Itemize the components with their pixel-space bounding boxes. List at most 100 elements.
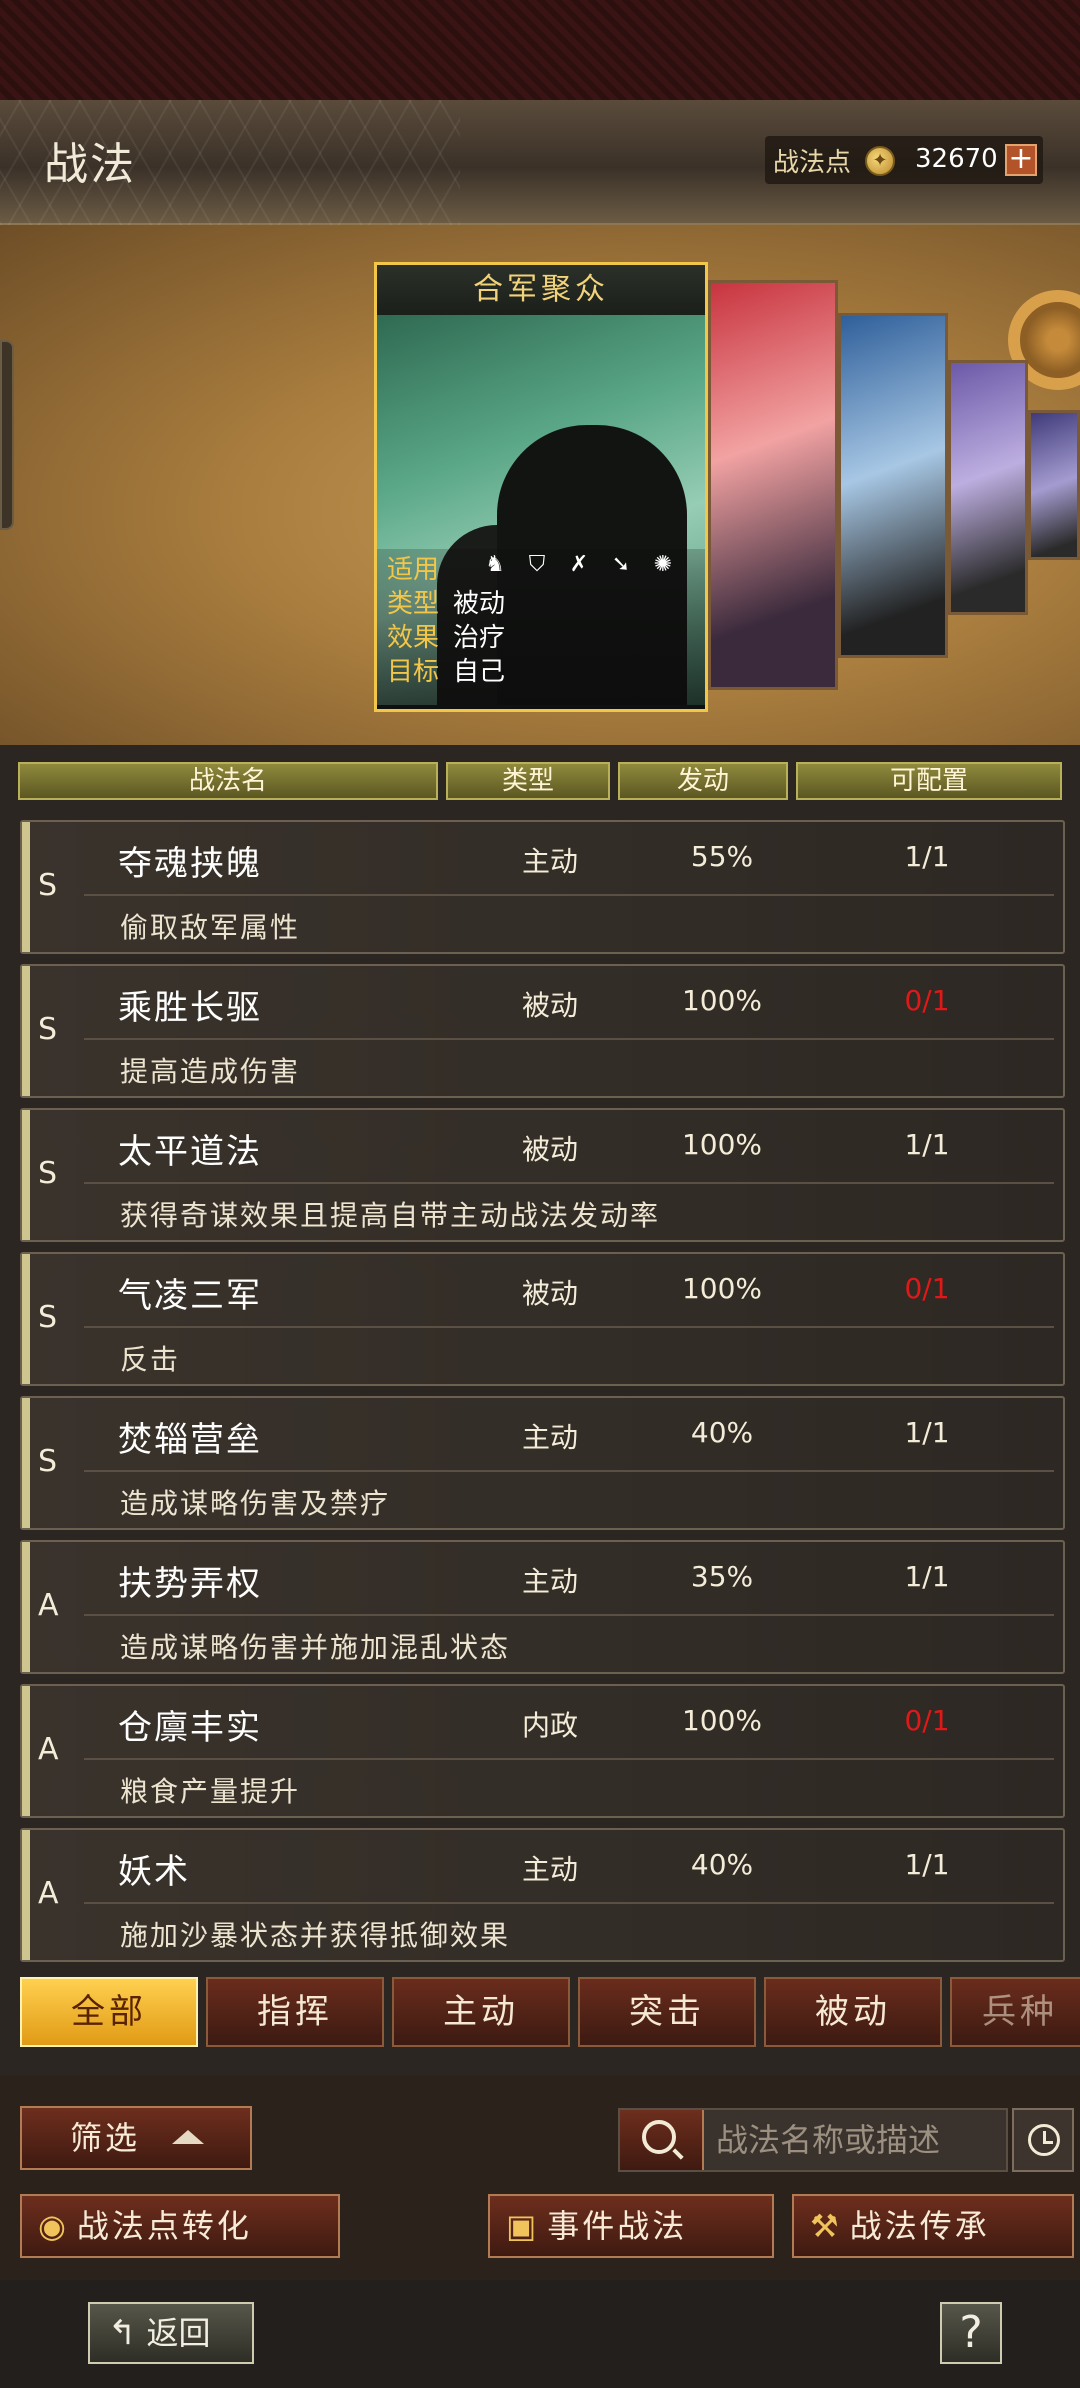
- row-divider: [84, 1902, 1054, 1904]
- row-type: 被动: [521, 1277, 578, 1310]
- points-label: 战法点: [773, 148, 852, 178]
- tab-troop[interactable]: 兵种: [950, 1977, 1080, 2047]
- search-bar[interactable]: [618, 2108, 1008, 2172]
- row-grade-bar: [22, 966, 30, 1096]
- row-description: 粮食产量提升: [120, 1775, 301, 1808]
- filter-label: 筛选: [70, 2119, 141, 2157]
- tab-command[interactable]: 指挥: [206, 1977, 384, 2047]
- row-divider: [84, 1470, 1054, 1472]
- row-slots: 1/1: [904, 1560, 950, 1593]
- card-title: 合军聚众: [377, 265, 705, 315]
- row-grade: S: [38, 1444, 58, 1479]
- row-grade-bar: [22, 1254, 30, 1384]
- card-preview-3[interactable]: [948, 360, 1028, 615]
- coin-icon: ✦: [865, 146, 895, 176]
- row-grade: A: [38, 1588, 59, 1623]
- points-value: 32670: [915, 144, 998, 174]
- tactic-points-display: 战法点 ✦ 32670 +: [765, 136, 1043, 184]
- search-button[interactable]: [620, 2110, 704, 2170]
- convert-points-button[interactable]: ◉ 战法点转化: [20, 2194, 340, 2258]
- row-type: 主动: [521, 1565, 578, 1598]
- siege-icon: ✺: [653, 552, 673, 577]
- table-row[interactable]: S 乘胜长驱 被动 100% 0/1 提高造成伤害: [20, 964, 1065, 1098]
- row-divider: [84, 1758, 1054, 1760]
- row-name: 仓廪丰实: [118, 1708, 262, 1748]
- row-rate: 55%: [690, 840, 754, 873]
- unit-icons: ♞ ⛉ ✗ ➘ ✺: [481, 551, 677, 579]
- row-slots: 1/1: [904, 840, 950, 873]
- table-row[interactable]: S 焚辎营垒 主动 40% 1/1 造成谋略伤害及禁疗: [20, 1396, 1065, 1530]
- table-row[interactable]: S 太平道法 被动 100% 1/1 获得奇谋效果且提高自带主动战法发动率: [20, 1108, 1065, 1242]
- card-preview-4[interactable]: [1028, 410, 1080, 560]
- table-row[interactable]: A 仓廪丰实 内政 100% 0/1 粮食产量提升: [20, 1684, 1065, 1818]
- row-grade-bar: [22, 1398, 30, 1528]
- info-effect: 效果 治疗: [387, 623, 506, 653]
- row-description: 施加沙暴状态并获得抵御效果: [120, 1919, 511, 1952]
- clock-icon: [1028, 2124, 1060, 2156]
- filter-button[interactable]: 筛选: [20, 2106, 252, 2170]
- row-slots: 0/1: [904, 984, 950, 1017]
- row-divider: [84, 894, 1054, 896]
- table-row[interactable]: S 夺魂挟魄 主动 55% 1/1 偷取敌军属性: [20, 820, 1065, 954]
- card-info: 适用 ♞ ⛉ ✗ ➘ ✺ 类型 被动 效果 治疗 目标 自己: [377, 549, 705, 709]
- row-slots: 0/1: [904, 1272, 950, 1305]
- row-divider: [84, 1614, 1054, 1616]
- row-description: 获得奇谋效果且提高自带主动战法发动率: [120, 1199, 661, 1232]
- add-points-button[interactable]: +: [1005, 144, 1037, 176]
- back-arrow-icon: ↰: [108, 2313, 137, 2353]
- row-grade-bar: [22, 822, 30, 952]
- back-button[interactable]: ↰ 返回: [88, 2302, 254, 2364]
- row-type: 主动: [521, 845, 578, 878]
- row-description: 造成谋略伤害并施加混乱状态: [120, 1631, 511, 1664]
- row-rate: 40%: [690, 1416, 754, 1449]
- row-slots: 1/1: [904, 1416, 950, 1449]
- column-header-type[interactable]: 类型: [446, 762, 610, 800]
- tab-passive[interactable]: 被动: [764, 1977, 942, 2047]
- caret-up-icon: [172, 2130, 204, 2144]
- tab-active[interactable]: 主动: [392, 1977, 570, 2047]
- featured-tactic-card[interactable]: 合军聚众 适用 ♞ ⛉ ✗ ➘ ✺ 类型 被动 效果 治疗 目标 自己: [374, 262, 708, 712]
- row-grade-bar: [22, 1830, 30, 1960]
- row-description: 造成谋略伤害及禁疗: [120, 1487, 391, 1520]
- tab-all[interactable]: 全部: [20, 1977, 198, 2047]
- row-name: 扶势弄权: [118, 1564, 262, 1604]
- row-slots: 0/1: [904, 1704, 950, 1737]
- row-name: 夺魂挟魄: [118, 844, 262, 884]
- table-row[interactable]: A 扶势弄权 主动 35% 1/1 造成谋略伤害并施加混乱状态: [20, 1540, 1065, 1674]
- column-header-configurable[interactable]: 可配置: [796, 762, 1062, 800]
- card-preview-2[interactable]: [838, 313, 948, 658]
- info-type: 类型 被动: [387, 589, 506, 619]
- row-name: 焚辎营垒: [118, 1420, 262, 1460]
- event-tactics-button[interactable]: ▣ 事件战法: [488, 2194, 774, 2258]
- tactic-inherit-button[interactable]: ⚒ 战法传承: [792, 2194, 1074, 2258]
- search-input[interactable]: [716, 2110, 1006, 2170]
- row-grade-bar: [22, 1110, 30, 1240]
- history-button[interactable]: [1012, 2108, 1074, 2172]
- hammer-icon: ⚒: [810, 2207, 842, 2245]
- row-grade: S: [38, 1012, 58, 1047]
- row-grade-bar: [22, 1542, 30, 1672]
- table-row[interactable]: S 气凌三军 被动 100% 0/1 反击: [20, 1252, 1065, 1386]
- column-header-name[interactable]: 战法名: [18, 762, 438, 800]
- row-type: 主动: [521, 1853, 578, 1886]
- row-divider: [84, 1038, 1054, 1040]
- row-rate: 100%: [681, 1272, 763, 1305]
- row-grade: A: [38, 1732, 59, 1767]
- tab-assault[interactable]: 突击: [578, 1977, 756, 2047]
- top-decor-strip: [0, 0, 1080, 100]
- help-button[interactable]: ?: [940, 2302, 1002, 2364]
- side-drawer-handle[interactable]: [0, 340, 14, 530]
- page-title: 战法: [44, 139, 136, 190]
- cavalry-icon: ♞: [485, 552, 505, 577]
- row-grade: A: [38, 1876, 59, 1911]
- table-row[interactable]: A 妖术 主动 40% 1/1 施加沙暴状态并获得抵御效果: [20, 1828, 1065, 1962]
- row-grade: S: [38, 868, 58, 903]
- column-header-trigger[interactable]: 发动: [618, 762, 788, 800]
- row-description: 提高造成伤害: [120, 1055, 301, 1088]
- row-divider: [84, 1326, 1054, 1328]
- row-rate: 40%: [690, 1848, 754, 1881]
- card-preview-1[interactable]: [708, 280, 838, 690]
- row-rate: 100%: [681, 1704, 763, 1737]
- shield-icon: ⛉: [528, 552, 546, 577]
- row-name: 乘胜长驱: [118, 988, 262, 1028]
